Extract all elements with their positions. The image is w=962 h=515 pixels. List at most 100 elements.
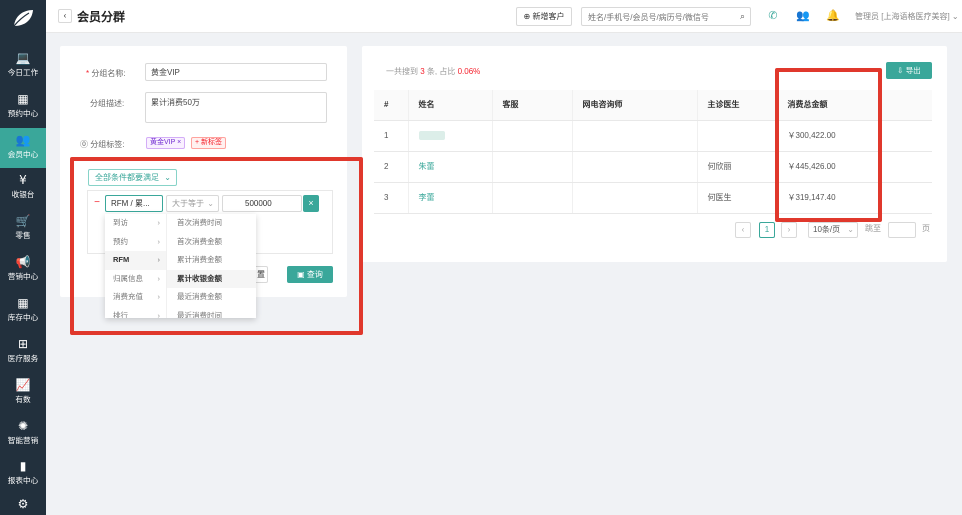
back-button[interactable]: ‹ bbox=[58, 9, 72, 23]
query-label: 查询 bbox=[306, 270, 323, 279]
sidebar-item-6[interactable]: 📢 营销中心 bbox=[0, 250, 46, 290]
chevron-right-icon: › bbox=[157, 236, 161, 246]
yen-icon: ¥ bbox=[19, 173, 27, 187]
page-size-select[interactable]: 10条/页 ⌄ bbox=[808, 222, 858, 238]
app-logo[interactable] bbox=[0, 0, 46, 36]
chart-line-icon: 📈 bbox=[15, 378, 31, 392]
chevron-right-icon: › bbox=[157, 218, 161, 227]
condition-field-select[interactable]: RFM / 累... bbox=[105, 195, 163, 212]
cascader-option[interactable]: 到访 › bbox=[105, 214, 166, 233]
top-bar: ‹ 会员分群 ⊕ 新增客户 ⌕ ✆ 👥 🔔 管理员 [上海语格医疗美容] ⌄ bbox=[46, 0, 962, 33]
chevron-right-icon: › bbox=[157, 273, 161, 283]
table-row[interactable]: 2 朱蕾 何欣丽 ￥445,426.00 bbox=[374, 151, 932, 183]
remove-condition-icon[interactable]: − bbox=[91, 196, 103, 210]
query-button[interactable]: ▣ 查询 bbox=[287, 266, 333, 283]
sidebar-item-10[interactable]: ✺ 智能营销 bbox=[0, 414, 46, 454]
cascader-option[interactable]: 排行 › bbox=[105, 307, 166, 319]
segment-desc-textarea[interactable]: 累计消费50万 bbox=[145, 92, 327, 123]
cascader-level1: 到访 › 预约 › RFM › 归属信息 › 消费充值 › 排行 › bbox=[105, 214, 167, 318]
sidebar-item-2[interactable]: ▦ 预约中心 bbox=[0, 87, 46, 127]
cascader-sub-option[interactable]: 首次消费时间 bbox=[167, 214, 256, 233]
new-customer-label: 新增客户 bbox=[532, 12, 565, 21]
sidebar-item-9[interactable]: 📈 有数 bbox=[0, 373, 46, 413]
wechat-icon[interactable]: ✆ bbox=[765, 8, 781, 24]
cascader-sub-option[interactable]: 最近消费时间 bbox=[167, 307, 256, 319]
results-panel: 一共搜到 3 条, 占比 0.06% ⇩ 导出 # 姓名 客服 网电咨询师 主诊医生 消费… bbox=[362, 46, 947, 262]
laptop-icon: 💻 bbox=[15, 51, 31, 65]
jump-page-input[interactable] bbox=[888, 222, 916, 238]
cascader-option[interactable]: RFM › bbox=[105, 251, 166, 270]
result-ratio: 0.06% bbox=[457, 67, 481, 76]
cascader-sub-option[interactable]: 最近消费金额 bbox=[167, 288, 256, 307]
sidebar-item-label: 医疗服务 bbox=[7, 354, 39, 363]
chevron-right-icon: › bbox=[157, 292, 161, 301]
sidebar-item-3[interactable]: 👥 会员中心 bbox=[0, 128, 46, 168]
sidebar-item-4[interactable]: ¥ 收银台 bbox=[0, 168, 46, 208]
help-icon: ⓪ bbox=[80, 140, 88, 149]
cell-service bbox=[492, 151, 573, 183]
condition-mode-select[interactable]: 全部条件都要满足 ⌄ bbox=[88, 169, 177, 186]
prev-page-button[interactable]: ‹ bbox=[735, 222, 751, 238]
sidebar-item-11[interactable]: ▮ 报表中心 bbox=[0, 454, 46, 494]
segment-name-input[interactable]: 黄金VIP bbox=[145, 63, 327, 81]
add-tag-button[interactable]: + 新标签 bbox=[191, 137, 227, 149]
user-group-icon[interactable]: 👥 bbox=[795, 8, 811, 24]
sidebar-item-label: 今日工作 bbox=[7, 68, 39, 77]
condition-field-value: RFM / 累... bbox=[111, 199, 150, 208]
sidebar-item-12[interactable]: ⚙ bbox=[0, 492, 46, 515]
plus-circle-icon: ⊕ bbox=[523, 12, 531, 21]
table-row[interactable]: 3 李蕾 何医生 ￥319,147.40 bbox=[374, 182, 932, 214]
cell-name[interactable]: 李蕾 bbox=[408, 182, 493, 214]
export-label: 导出 bbox=[905, 66, 921, 75]
column-header: 主诊医生 bbox=[697, 90, 778, 121]
table-row[interactable]: 1 ￥300,422.00 bbox=[374, 120, 932, 152]
next-page-button[interactable]: › bbox=[781, 222, 797, 238]
customer-search[interactable]: ⌕ bbox=[581, 7, 751, 26]
cell-name[interactable]: 朱蕾 bbox=[408, 151, 493, 183]
sidebar-item-5[interactable]: 🛒 零售 bbox=[0, 209, 46, 249]
cascader-option[interactable]: 归属信息 › bbox=[105, 270, 166, 289]
export-button[interactable]: ⇩ 导出 bbox=[886, 62, 932, 79]
column-header: 消费总金额 bbox=[777, 90, 932, 121]
sidebar-item-label: 库存中心 bbox=[7, 313, 39, 322]
sidebar-item-1[interactable]: 💻 今日工作 bbox=[0, 46, 46, 86]
page-1-button[interactable]: 1 bbox=[759, 222, 775, 238]
cascader-option[interactable]: 预约 › bbox=[105, 233, 166, 252]
calendar-icon: ▦ bbox=[17, 92, 29, 106]
column-header: 客服 bbox=[492, 90, 573, 121]
cell-doctor: 何欣丽 bbox=[697, 151, 778, 183]
chevron-right-icon: › bbox=[157, 255, 161, 264]
users-icon: 👥 bbox=[15, 133, 31, 147]
sidebar: 💻 今日工作 ▦ 预约中心 👥 会员中心 ¥ 收银台 🛒 零售 📢 营销中心 ▦ 库存中心 ⊞ 医疗服务 📈 有数… bbox=[0, 0, 46, 515]
search-input[interactable] bbox=[588, 10, 728, 24]
sidebar-item-label: 预约中心 bbox=[7, 109, 39, 118]
leaf-logo-icon bbox=[13, 10, 33, 27]
new-customer-button[interactable]: ⊕ 新增客户 bbox=[516, 7, 572, 26]
cascader-sub-option[interactable]: 累计消费金额 bbox=[167, 251, 256, 270]
cell-name[interactable] bbox=[408, 120, 493, 152]
tag-gold-vip[interactable]: 黄金VIP × bbox=[146, 137, 186, 149]
condition-amount-input[interactable]: 500000 bbox=[222, 195, 302, 212]
search-icon[interactable]: ⌕ bbox=[740, 11, 745, 22]
cell-total: ￥319,147.40 bbox=[777, 182, 932, 214]
result-summary: 一共搜到 3 条, 占比 0.06% bbox=[386, 67, 481, 76]
sidebar-item-label: 智能营销 bbox=[7, 436, 39, 445]
sidebar-item-8[interactable]: ⊞ 医疗服务 bbox=[0, 332, 46, 372]
cell-total: ￥445,426.00 bbox=[777, 151, 932, 183]
clear-condition-button[interactable]: × bbox=[303, 195, 319, 212]
condition-operator-select[interactable]: 大于等于 ⌄ bbox=[166, 195, 219, 212]
admin-user-menu[interactable]: 管理员 [上海语格医疗美容] ⌄ bbox=[855, 11, 959, 22]
cascader-sub-option[interactable]: 首次消费金额 bbox=[167, 233, 256, 252]
sidebar-item-label: 会员中心 bbox=[7, 150, 39, 159]
column-header: 网电咨询师 bbox=[572, 90, 698, 121]
chevron-right-icon: › bbox=[157, 310, 161, 319]
cascader-sub-option[interactable]: 累计收银金额 bbox=[167, 269, 256, 288]
page-suffix: 页 bbox=[920, 222, 932, 238]
sidebar-item-7[interactable]: ▦ 库存中心 bbox=[0, 291, 46, 331]
segment-name-label: * 分组名称: bbox=[86, 69, 126, 78]
cell-index: 1 bbox=[374, 120, 409, 152]
bell-icon[interactable]: 🔔 bbox=[825, 8, 841, 24]
megaphone-icon: 📢 bbox=[15, 255, 31, 269]
cascader-option[interactable]: 消费充值 › bbox=[105, 288, 166, 307]
chevron-down-icon: ⌄ bbox=[847, 225, 854, 234]
